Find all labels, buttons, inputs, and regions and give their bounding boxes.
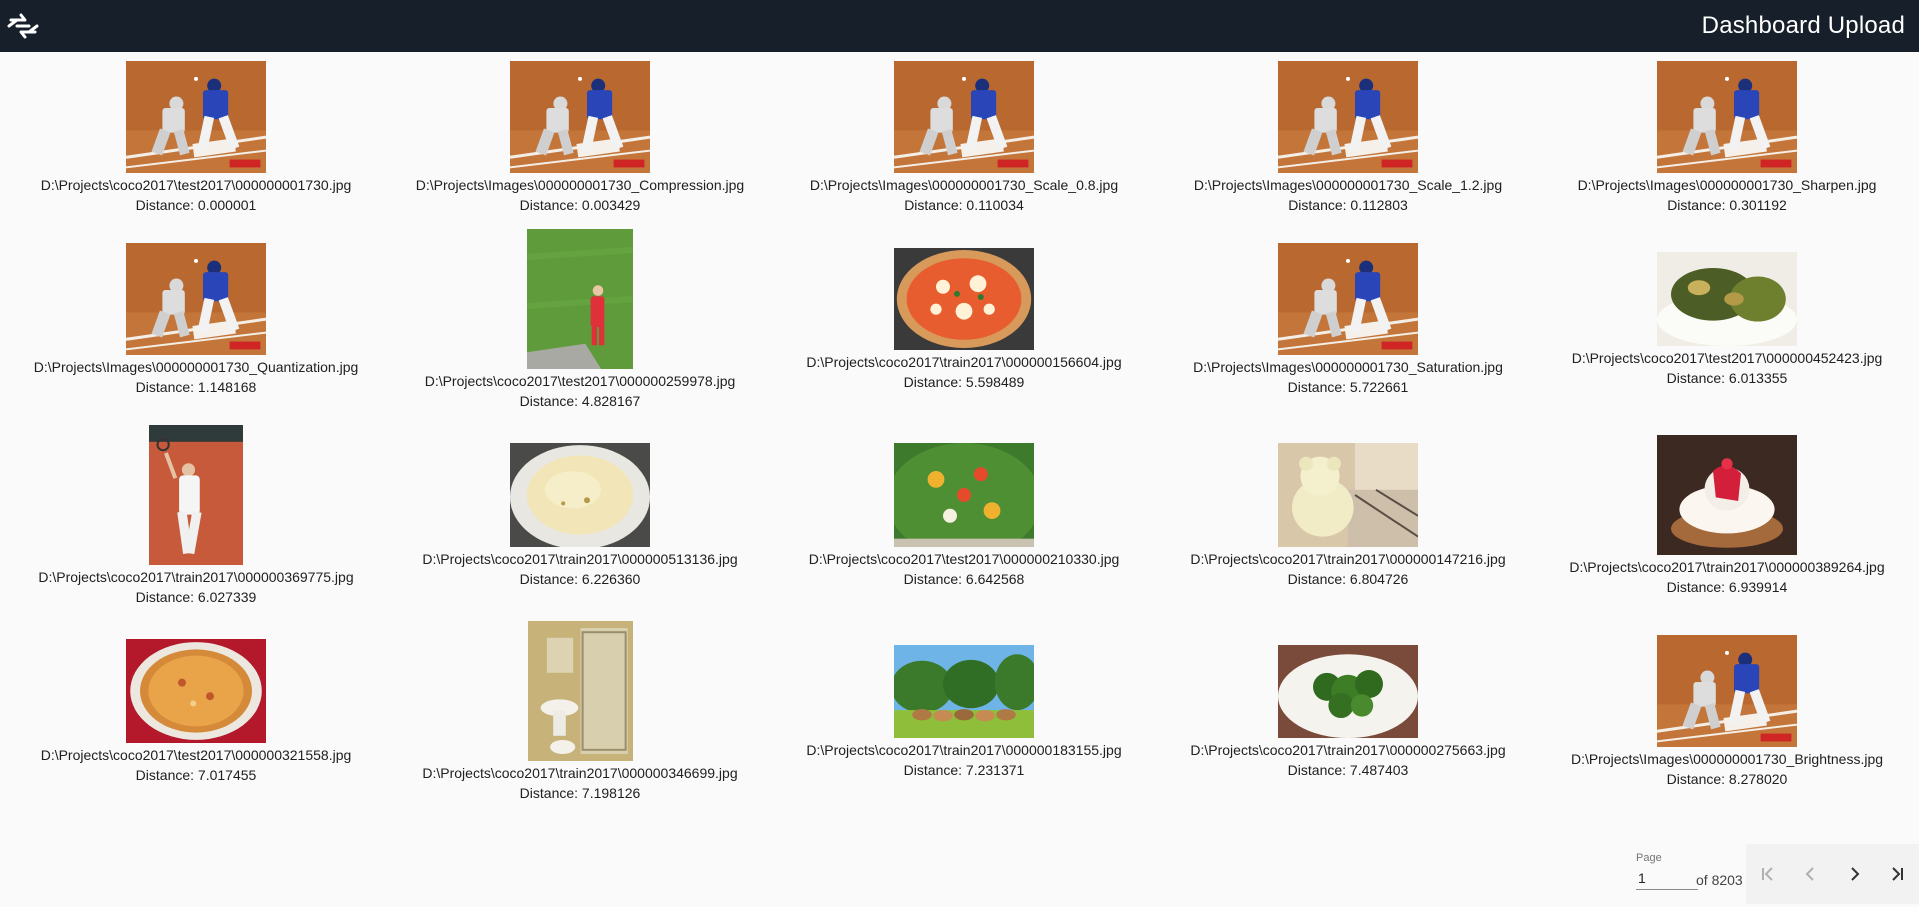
result-file-path: D:\Projects\coco2017\train2017\000000513… [422, 551, 738, 567]
result-distance: Distance: 0.301192 [1667, 197, 1787, 213]
result-distance: Distance: 0.000001 [135, 197, 257, 213]
app-title: Dashboard Upload [1701, 12, 1905, 39]
result-distance: Distance: 7.231371 [903, 762, 1025, 778]
result-file-path: D:\Projects\Images\000000001730_Saturati… [1193, 359, 1503, 375]
page-number-input[interactable] [1636, 867, 1698, 890]
result-thumbnail[interactable] [510, 443, 650, 547]
chevron-left-icon [1805, 867, 1814, 881]
result-thumbnail[interactable] [1278, 61, 1418, 173]
result-card[interactable]: D:\Projects\Images\000000001730_Scale_1.… [1158, 61, 1538, 215]
result-distance: Distance: 6.939914 [1666, 579, 1788, 595]
chevron-right-icon [1851, 867, 1860, 881]
result-card[interactable]: D:\Projects\coco2017\test2017\0000002599… [390, 229, 770, 411]
result-card[interactable]: D:\Projects\Images\000000001730_Scale_0.… [774, 61, 1154, 215]
result-card[interactable]: D:\Projects\coco2017\train2017\000000389… [1537, 435, 1917, 597]
result-thumbnail[interactable] [527, 621, 633, 761]
paginator: Page of 8203 [1636, 844, 1919, 904]
result-file-path: D:\Projects\coco2017\train2017\000000369… [38, 569, 354, 585]
result-file-path: D:\Projects\Images\000000001730_Quantiza… [33, 359, 359, 375]
result-file-path: D:\Projects\coco2017\test2017\0000003215… [40, 747, 352, 763]
result-card[interactable]: D:\Projects\coco2017\train2017\000000513… [390, 443, 770, 589]
result-card[interactable]: D:\Projects\coco2017\train2017\000000156… [774, 248, 1154, 392]
result-distance: Distance: 4.828167 [519, 393, 641, 409]
result-card[interactable]: D:\Projects\Images\000000001730_Quantiza… [6, 243, 386, 397]
result-distance: Distance: 7.487403 [1287, 762, 1409, 778]
result-file-path: D:\Projects\coco2017\train2017\000000275… [1190, 742, 1506, 758]
result-distance: Distance: 6.027339 [135, 589, 257, 605]
result-thumbnail[interactable] [527, 229, 633, 369]
result-file-path: D:\Projects\Images\000000001730_Scale_0.… [809, 177, 1119, 193]
result-card[interactable]: D:\Projects\Images\000000001730_Brightne… [1537, 635, 1917, 789]
result-thumbnail[interactable] [1657, 435, 1797, 555]
result-thumbnail[interactable] [149, 425, 243, 565]
result-card[interactable]: D:\Projects\coco2017\test2017\0000004524… [1537, 252, 1917, 388]
result-thumbnail[interactable] [126, 639, 266, 743]
result-distance: Distance: 8.278020 [1666, 771, 1788, 787]
result-card[interactable]: D:\Projects\Images\000000001730_Saturati… [1158, 243, 1538, 397]
result-distance: Distance: 6.226360 [519, 571, 641, 587]
result-thumbnail[interactable] [126, 61, 266, 173]
result-file-path: D:\Projects\coco2017\test2017\0000000017… [40, 177, 352, 193]
result-file-path: D:\Projects\coco2017\test2017\0000002599… [424, 373, 736, 389]
result-file-path: D:\Projects\coco2017\test2017\0000002103… [808, 551, 1120, 567]
top-app-bar: Dashboard Upload [0, 0, 1919, 52]
result-file-path: D:\Projects\Images\000000001730_Compress… [415, 177, 745, 193]
first-page-button[interactable] [1750, 856, 1786, 892]
result-thumbnail[interactable] [126, 243, 266, 355]
result-card[interactable]: D:\Projects\coco2017\train2017\000000369… [6, 425, 386, 607]
result-thumbnail[interactable] [1278, 645, 1418, 738]
result-card[interactable]: D:\Projects\Images\000000001730_Compress… [390, 61, 770, 215]
result-thumbnail[interactable] [1278, 443, 1418, 547]
next-page-button[interactable] [1836, 856, 1872, 892]
result-file-path: D:\Projects\Images\000000001730_Brightne… [1570, 751, 1884, 767]
result-thumbnail[interactable] [1657, 635, 1797, 747]
last-page-button[interactable] [1879, 856, 1915, 892]
result-file-path: D:\Projects\coco2017\train2017\000000183… [806, 742, 1122, 758]
result-file-path: D:\Projects\coco2017\train2017\000000346… [422, 765, 738, 781]
result-file-path: D:\Projects\Images\000000001730_Sharpen.… [1577, 177, 1877, 193]
result-thumbnail[interactable] [894, 443, 1034, 547]
result-distance: Distance: 1.148168 [135, 379, 257, 395]
result-distance: Distance: 6.013355 [1666, 370, 1788, 386]
result-distance: Distance: 0.110034 [904, 197, 1024, 213]
result-distance: Distance: 6.642568 [903, 571, 1025, 587]
result-distance: Distance: 5.722661 [1287, 379, 1409, 395]
page-label: Page [1636, 852, 1662, 864]
result-card[interactable]: D:\Projects\coco2017\train2017\000000275… [1158, 645, 1538, 780]
previous-page-button[interactable] [1793, 856, 1829, 892]
result-card[interactable]: D:\Projects\coco2017\train2017\000000147… [1158, 443, 1538, 589]
result-thumbnail[interactable] [1657, 252, 1797, 346]
result-card[interactable]: D:\Projects\coco2017\test2017\0000000017… [6, 61, 386, 215]
result-file-path: D:\Projects\coco2017\train2017\000000147… [1190, 551, 1506, 567]
result-card[interactable]: D:\Projects\coco2017\train2017\000000183… [774, 645, 1154, 780]
page-count-text: of 8203 [1696, 872, 1743, 888]
result-thumbnail[interactable] [1657, 61, 1797, 173]
result-distance: Distance: 5.598489 [903, 374, 1025, 390]
result-file-path: D:\Projects\coco2017\train2017\000000156… [806, 354, 1122, 370]
result-card[interactable]: D:\Projects\coco2017\train2017\000000346… [390, 621, 770, 803]
page-nav-buttons [1746, 844, 1919, 904]
exchange-logo-icon[interactable] [0, 3, 46, 49]
result-file-path: D:\Projects\coco2017\test2017\0000004524… [1571, 350, 1883, 366]
result-distance: Distance: 0.112803 [1288, 197, 1408, 213]
result-card[interactable]: D:\Projects\Images\000000001730_Sharpen.… [1537, 61, 1917, 215]
result-thumbnail[interactable] [894, 248, 1034, 350]
result-thumbnail[interactable] [894, 61, 1034, 173]
result-file-path: D:\Projects\coco2017\train2017\000000389… [1569, 559, 1885, 575]
result-distance: Distance: 7.198126 [519, 785, 641, 801]
result-distance: Distance: 7.017455 [135, 767, 257, 783]
result-thumbnail[interactable] [1278, 243, 1418, 355]
result-thumbnail[interactable] [894, 645, 1034, 738]
first-page-icon [1761, 867, 1773, 881]
result-card[interactable]: D:\Projects\coco2017\test2017\0000003215… [6, 639, 386, 785]
last-page-icon [1892, 867, 1904, 881]
result-distance: Distance: 0.003429 [519, 197, 641, 213]
result-card[interactable]: D:\Projects\coco2017\test2017\0000002103… [774, 443, 1154, 589]
results-grid: D:\Projects\coco2017\test2017\0000000017… [0, 52, 1919, 832]
result-thumbnail[interactable] [510, 61, 650, 173]
result-distance: Distance: 6.804726 [1287, 571, 1409, 587]
result-file-path: D:\Projects\Images\000000001730_Scale_1.… [1193, 177, 1503, 193]
